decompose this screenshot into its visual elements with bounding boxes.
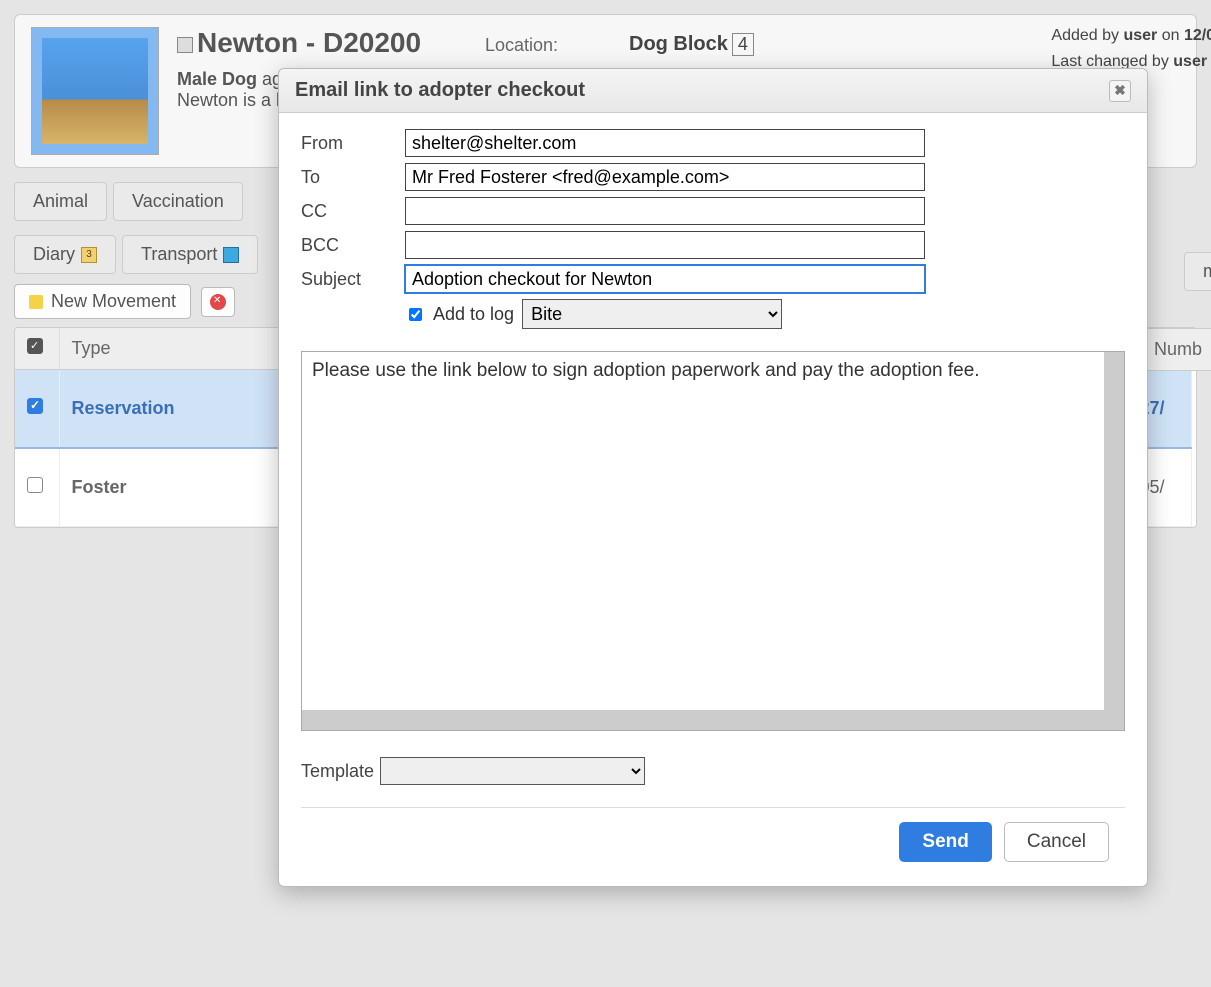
animal-photo[interactable] [31, 27, 159, 155]
tab-transport[interactable]: Transport [122, 235, 258, 274]
transport-icon [223, 247, 239, 263]
tab-animal[interactable]: Animal [14, 182, 107, 221]
subject-input[interactable] [405, 265, 925, 293]
tab-ments[interactable]: ments [1184, 252, 1211, 291]
template-select[interactable] [380, 757, 645, 785]
row-checkbox[interactable] [27, 477, 43, 493]
calendar-icon: 3 [81, 247, 97, 263]
cc-label: CC [301, 201, 395, 222]
template-label: Template [301, 761, 374, 782]
dialog-titlebar[interactable]: Email link to adopter checkout ✖ [279, 69, 1147, 113]
horizontal-scrollbar[interactable] [302, 710, 1104, 730]
select-all-checkbox[interactable] [27, 338, 43, 354]
col-number[interactable]: Numb [1141, 328, 1197, 371]
location-value: Dog Block4 [629, 33, 754, 56]
delete-movement-button[interactable] [201, 287, 235, 317]
animal-title: Newton - D20200 [177, 27, 421, 59]
subject-label: Subject [301, 269, 395, 290]
delete-icon [210, 294, 226, 310]
dialog-title-text: Email link to adopter checkout [295, 79, 585, 102]
message-body-text[interactable]: Please use the link below to sign adopti… [302, 352, 1104, 710]
from-input[interactable] [405, 129, 925, 157]
cancel-button[interactable]: Cancel [1004, 822, 1109, 862]
bcc-label: BCC [301, 235, 395, 256]
new-icon [29, 295, 43, 309]
location-label: Location: [485, 35, 558, 56]
email-dialog: Email link to adopter checkout ✖ From To… [278, 68, 1148, 887]
page-icon [177, 37, 193, 53]
location-count: 4 [732, 33, 754, 56]
animal-photo-image [42, 38, 148, 144]
from-label: From [301, 133, 395, 154]
to-label: To [301, 167, 395, 188]
message-body-editor[interactable]: Please use the link below to sign adopti… [301, 351, 1125, 731]
vertical-scrollbar[interactable] [1104, 352, 1124, 730]
addtolog-checkbox[interactable] [409, 308, 422, 321]
close-icon[interactable]: ✖ [1109, 80, 1131, 102]
cc-input[interactable] [405, 197, 925, 225]
new-movement-button[interactable]: New Movement [14, 284, 191, 319]
addtolog-label: Add to log [433, 304, 514, 325]
audit-info: Added by user on 12/05/202 Last changed … [1051, 23, 1211, 74]
row-checkbox[interactable] [27, 398, 43, 414]
bcc-input[interactable] [405, 231, 925, 259]
tab-diary[interactable]: Diary3 [14, 235, 116, 274]
logtype-select[interactable]: Bite [522, 299, 782, 329]
to-input[interactable] [405, 163, 925, 191]
tab-vaccination[interactable]: Vaccination [113, 182, 243, 221]
send-button[interactable]: Send [899, 822, 991, 862]
